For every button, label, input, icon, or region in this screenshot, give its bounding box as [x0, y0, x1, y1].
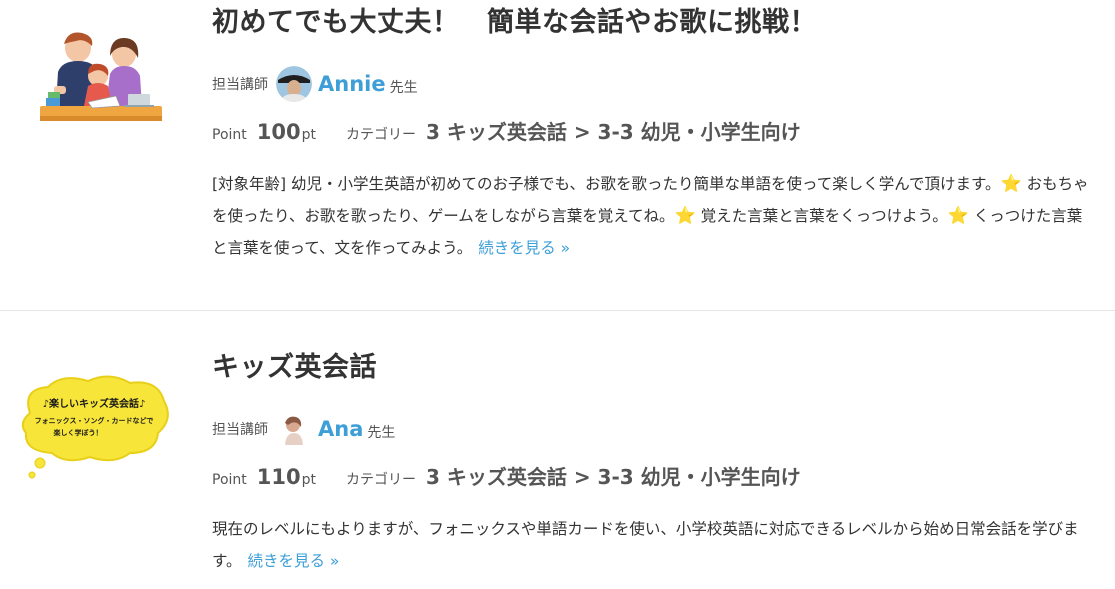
speech-bubble-illustration: ♪楽しいキッズ英会話♪ フォニックス・ソング・カードなどで 楽しく学ぼう！: [21, 375, 169, 479]
instructor-row: 担当講師 Annie 先生: [212, 64, 1095, 104]
lesson-meta: Point 100 pt カテゴリー 3 キッズ英会話 > 3-3 幼児・小学生…: [212, 116, 1095, 150]
avatar[interactable]: [276, 66, 312, 102]
category-value[interactable]: 3 キッズ英会話 > 3-3 幼児・小学生向け: [426, 116, 801, 145]
lesson-description: [対象年齢] 幼児・小学生英語が初めてのお子様でも、お歌を歌ったり簡単な単語を使…: [212, 168, 1092, 264]
teacher-name-link[interactable]: Annie: [318, 72, 386, 96]
category-value[interactable]: 3 キッズ英会話 > 3-3 幼児・小学生向け: [426, 461, 801, 490]
lesson-thumbnail[interactable]: [18, 28, 168, 133]
lesson-meta: Point 110 pt カテゴリー 3 キッズ英会話 > 3-3 幼児・小学生…: [212, 461, 1095, 495]
thumbnail-text: ♪楽しいキッズ英会話♪: [43, 397, 146, 410]
point-label: Point: [212, 472, 247, 488]
lesson-thumbnail[interactable]: ♪楽しいキッズ英会話♪ フォニックス・ソング・カードなどで 楽しく学ぼう！: [18, 371, 170, 489]
category-label: カテゴリー: [346, 127, 416, 143]
lesson-description: 現在のレベルにもよりますが、フォニックスや単語カードを使い、小学校英語に対応でき…: [212, 513, 1092, 577]
point-label: Point: [212, 127, 247, 143]
teacher-suffix: 先生: [389, 79, 418, 96]
thumbnail-text: フォニックス・ソング・カードなどで: [35, 416, 154, 425]
star-icon: ⭐: [674, 206, 696, 226]
category-label: カテゴリー: [346, 472, 416, 488]
teacher-suffix: 先生: [367, 424, 396, 441]
lesson-card: 初めてでも大丈夫！ 簡単な会話やお歌に挑戦！ 担当講師 Annie 先生 Poi…: [0, 0, 1115, 311]
lesson-title[interactable]: 初めてでも大丈夫！ 簡単な会話やお歌に挑戦！: [212, 0, 1095, 46]
teacher-name-link[interactable]: Ana: [318, 417, 363, 441]
instructor-label: 担当講師: [212, 77, 268, 93]
avatar[interactable]: [276, 411, 312, 447]
read-more-link[interactable]: 続きを見る »: [478, 239, 570, 257]
description-text: 覚えた言葉と言葉をくっつけよう。: [695, 207, 948, 225]
read-more-link[interactable]: 続きを見る »: [247, 552, 339, 570]
star-icon: ⭐: [947, 206, 969, 226]
lesson-title[interactable]: キッズ英会話: [212, 345, 1095, 391]
description-text: [対象年齢] 幼児・小学生英語が初めてのお子様でも、お歌を歌ったり簡単な単語を使…: [212, 175, 1001, 193]
instructor-label: 担当講師: [212, 422, 268, 438]
point-unit: pt: [301, 472, 316, 488]
family-illustration: [40, 32, 162, 121]
lesson-card: ♪楽しいキッズ英会話♪ フォニックス・ソング・カードなどで 楽しく学ぼう！ キッ…: [0, 311, 1115, 589]
thumbnail-text: 楽しく学ぼう！: [53, 428, 103, 437]
star-icon: ⭐: [1000, 174, 1022, 194]
description-text: 現在のレベルにもよりますが、フォニックスや単語カードを使い、小学校英語に対応でき…: [212, 520, 1079, 570]
point-unit: pt: [301, 127, 316, 143]
point-value: 110: [256, 465, 301, 489]
point-value: 100: [256, 120, 301, 144]
instructor-row: 担当講師 Ana 先生: [212, 409, 1095, 449]
